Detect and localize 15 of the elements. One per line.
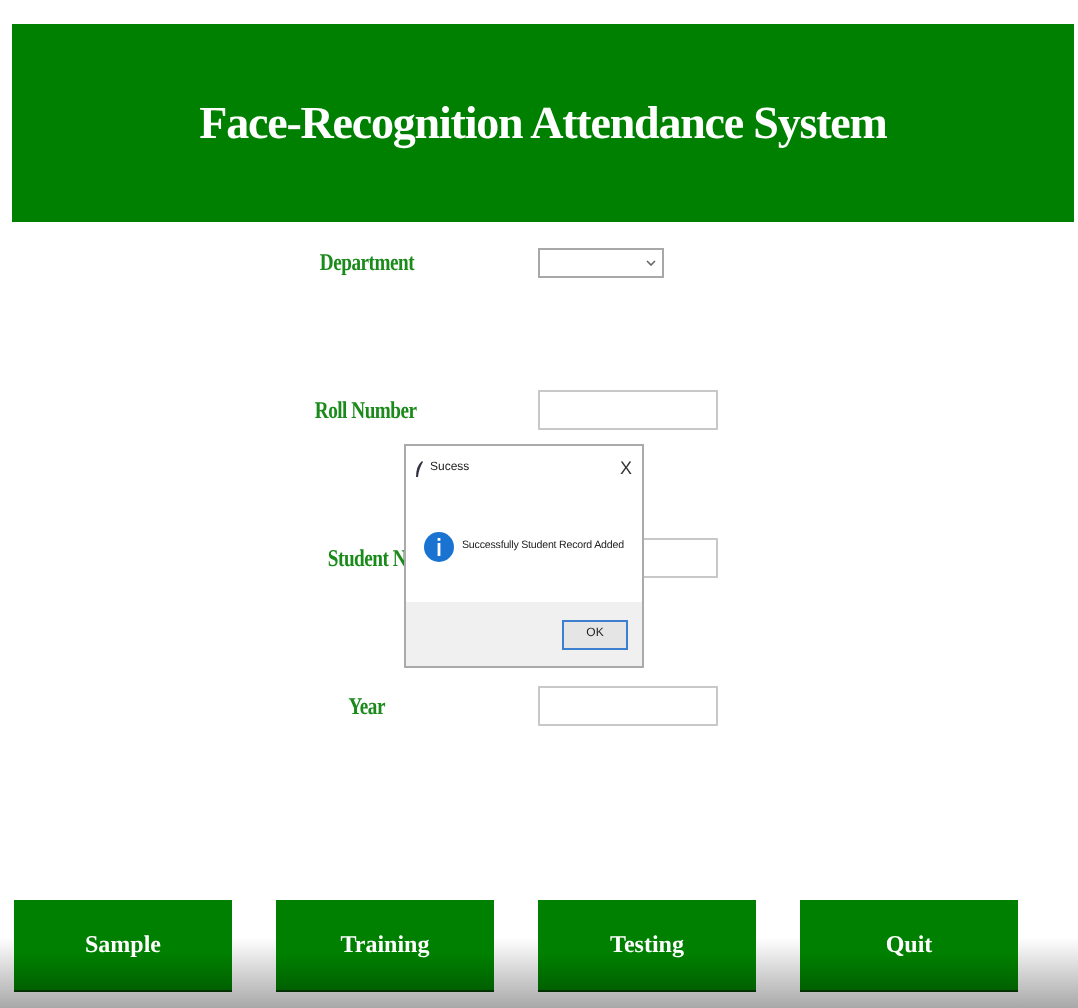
- info-icon: [424, 531, 454, 561]
- action-button[interactable]: Testing: [538, 900, 756, 992]
- feather-icon: [414, 459, 424, 477]
- input-field[interactable]: [538, 390, 718, 430]
- input-field[interactable]: [538, 686, 718, 726]
- dropdown-field[interactable]: [538, 247, 664, 277]
- action-button[interactable]: Training: [276, 900, 494, 992]
- close-button[interactable]: X: [619, 458, 632, 478]
- field-label: Roll Number: [315, 395, 417, 425]
- app-title: Face-Recognition Attendance System: [199, 97, 887, 149]
- field-label: Department: [318, 247, 414, 277]
- field-label: Year: [347, 691, 385, 721]
- action-button[interactable]: Quit: [800, 900, 1018, 992]
- chevron-icon: [646, 259, 656, 265]
- action-button[interactable]: Sample: [14, 900, 232, 992]
